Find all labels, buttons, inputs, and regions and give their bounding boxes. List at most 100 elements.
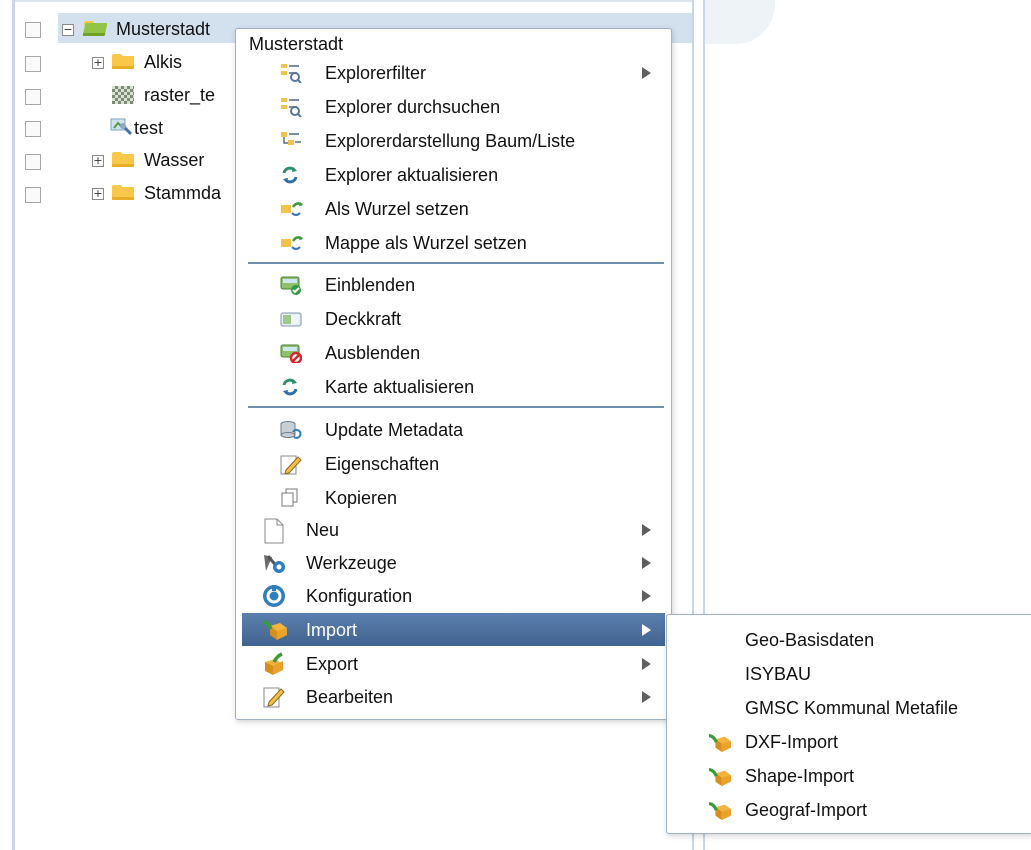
tree-label-wasser[interactable]: Wasser — [144, 150, 204, 170]
edit-icon — [262, 685, 286, 709]
export-icon — [262, 652, 286, 676]
menu-label: Import — [306, 620, 358, 640]
alkis-checkbox[interactable] — [25, 56, 41, 72]
opacity-icon — [280, 309, 302, 329]
tree-label-raster[interactable]: raster_te — [144, 85, 215, 105]
expand-icon[interactable]: + — [92, 155, 104, 167]
menu-label: Geograf-Import — [745, 800, 868, 820]
submenu-item-isybau[interactable]: ISYBAU — [667, 657, 1031, 690]
layer-settings-icon — [110, 114, 133, 136]
menu-item-kopieren[interactable]: Kopieren — [242, 481, 665, 514]
menu-item-export[interactable]: Export — [242, 647, 665, 680]
copy-icon — [280, 488, 300, 508]
explorer-filter-icon — [280, 63, 302, 83]
refresh-map-icon — [280, 377, 300, 397]
import-icon — [262, 618, 287, 642]
refresh-icon — [280, 165, 300, 185]
context-menu: Musterstadt Explorerfilter Explorer durc… — [235, 28, 672, 720]
menu-label: Explorerdarstellung Baum/Liste — [325, 131, 576, 151]
submenu-arrow-icon — [642, 624, 651, 636]
root-checkbox[interactable] — [25, 22, 41, 38]
folder-icon — [112, 151, 134, 167]
import-submenu: Geo-Basisdaten ISYBAU GMSC Kommunal Meta… — [666, 614, 1031, 834]
menu-item-update-metadata[interactable]: Update Metadata — [242, 413, 665, 446]
submenu-item-shape-import[interactable]: Shape-Import — [667, 759, 1031, 792]
submenu-item-geo-basisdaten[interactable]: Geo-Basisdaten — [667, 623, 1031, 656]
hide-layer-icon — [280, 343, 302, 363]
menu-label: Karte aktualisieren — [325, 377, 475, 397]
submenu-item-gmsc-kommunal-metafile[interactable]: GMSC Kommunal Metafile — [667, 691, 1031, 724]
menu-label: ISYBAU — [745, 664, 812, 684]
collapse-icon[interactable]: − — [62, 24, 74, 36]
open-folder-icon — [82, 20, 108, 36]
folder-root-icon — [280, 233, 303, 253]
tree-label-stammdaten[interactable]: Stammda — [144, 183, 221, 203]
panel-top-edge — [12, 0, 692, 2]
raster-checkbox[interactable] — [25, 89, 41, 105]
import-icon — [707, 766, 731, 787]
set-root-icon — [280, 199, 303, 219]
menu-item-explorerfilter[interactable]: Explorerfilter — [242, 56, 665, 89]
raster-layer-icon — [112, 86, 134, 104]
menu-label: Geo-Basisdaten — [745, 630, 875, 650]
explorer-search-icon — [280, 97, 302, 117]
submenu-arrow-icon — [642, 590, 651, 602]
menu-item-einblenden[interactable]: Einblenden — [242, 268, 665, 301]
menu-item-explorerdarstellung[interactable]: Explorerdarstellung Baum/Liste — [242, 124, 665, 157]
menu-label: GMSC Kommunal Metafile — [745, 698, 959, 718]
submenu-arrow-icon — [642, 524, 651, 536]
menu-label: Export — [306, 654, 359, 674]
menu-label: Mappe als Wurzel setzen — [325, 233, 527, 253]
menu-label: Ausblenden — [325, 343, 421, 363]
folder-icon — [112, 184, 134, 200]
menu-item-import[interactable]: Import — [242, 613, 665, 646]
menu-item-als-wurzel-setzen[interactable]: Als Wurzel setzen — [242, 192, 665, 225]
menu-item-konfiguration[interactable]: Konfiguration — [242, 579, 665, 612]
stammdaten-checkbox[interactable] — [25, 187, 41, 203]
menu-label: Als Wurzel setzen — [325, 199, 469, 219]
menu-item-mappe-als-wurzel[interactable]: Mappe als Wurzel setzen — [242, 226, 665, 259]
menu-label: Explorerfilter — [325, 63, 427, 83]
menu-item-karte-aktualisieren[interactable]: Karte aktualisieren — [242, 370, 665, 403]
menu-item-explorer-aktualisieren[interactable]: Explorer aktualisieren — [242, 158, 665, 191]
show-layer-icon — [280, 275, 301, 295]
submenu-arrow-icon — [642, 691, 651, 703]
menu-label: Explorer durchsuchen — [325, 97, 501, 117]
configuration-icon — [262, 584, 286, 608]
folder-icon — [112, 53, 134, 69]
map-panel-header — [705, 0, 775, 44]
expand-icon[interactable]: + — [92, 188, 104, 200]
database-update-icon — [280, 420, 302, 440]
test-checkbox[interactable] — [25, 121, 41, 137]
menu-item-bearbeiten[interactable]: Bearbeiten — [242, 680, 665, 713]
import-icon — [707, 800, 731, 821]
tree-label-alkis[interactable]: Alkis — [144, 52, 182, 72]
tools-icon — [262, 551, 286, 575]
menu-label: Konfiguration — [306, 586, 413, 606]
menu-item-eigenschaften[interactable]: Eigenschaften — [242, 447, 665, 480]
menu-item-ausblenden[interactable]: Ausblenden — [242, 336, 665, 369]
menu-item-deckkraft[interactable]: Deckkraft — [242, 302, 665, 335]
import-icon — [707, 732, 731, 753]
menu-label: Einblenden — [325, 275, 416, 295]
menu-label: Eigenschaften — [325, 454, 440, 474]
menu-item-neu[interactable]: Neu — [242, 513, 665, 546]
tree-label-test[interactable]: test — [134, 118, 163, 138]
submenu-arrow-icon — [642, 67, 651, 79]
menu-separator — [248, 406, 664, 408]
menu-label: Werkzeuge — [306, 553, 397, 573]
menu-item-explorer-durchsuchen[interactable]: Explorer durchsuchen — [242, 90, 665, 123]
wasser-checkbox[interactable] — [25, 154, 41, 170]
menu-label: Kopieren — [325, 488, 398, 508]
expand-icon[interactable]: + — [92, 57, 104, 69]
submenu-item-dxf-import[interactable]: DXF-Import — [667, 725, 1031, 758]
tree-list-icon — [280, 131, 301, 151]
submenu-item-geograf-import[interactable]: Geograf-Import — [667, 793, 1031, 826]
tree-left-border — [12, 0, 15, 850]
tree-label-root[interactable]: Musterstadt — [116, 19, 210, 39]
properties-icon — [280, 454, 302, 475]
menu-label: Bearbeiten — [306, 687, 394, 707]
context-menu-title: Musterstadt — [249, 34, 344, 54]
menu-item-werkzeuge[interactable]: Werkzeuge — [242, 546, 665, 579]
menu-label: Update Metadata — [325, 420, 464, 440]
